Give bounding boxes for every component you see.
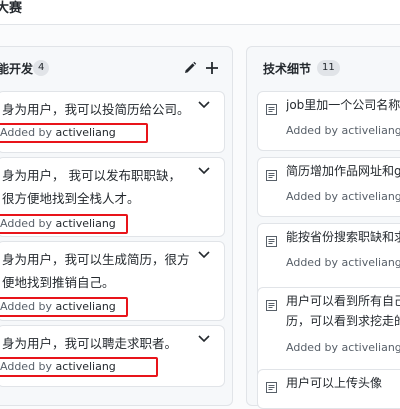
card-count-badge: 4 — [33, 60, 50, 76]
card-added-by: Added by activeliang — [0, 126, 116, 139]
note-icon — [266, 236, 277, 247]
pencil-icon[interactable] — [181, 59, 199, 77]
plus-icon[interactable] — [203, 59, 221, 77]
card-title: 身为用户，我可以聘走求职者。 — [2, 336, 178, 351]
author-link[interactable]: activeliang — [342, 190, 400, 203]
card-added-by: Added by activeliang — [286, 190, 400, 203]
chevron-down-icon[interactable] — [198, 100, 210, 110]
issue-card[interactable]: 身为用户，我可以聘走求职者。 Added by activeliang — [0, 325, 225, 387]
card-added-by: Added by activeliang — [0, 217, 116, 230]
author-link[interactable]: activeliang — [56, 300, 116, 313]
note-text-line-1: 用户可以看到所有自己 — [286, 294, 400, 308]
card-title: 身为用户， 我可以发布职职缺，很方便地找到全栈人才。 — [2, 168, 181, 206]
card-title: 身为用户，我可以生成简历，很方便地找到推销自己。 — [2, 252, 190, 290]
column-title: 能开发 — [0, 62, 34, 76]
note-text: 能按省份搜索职缺和求 — [286, 230, 400, 244]
author-link[interactable]: activeliang — [342, 341, 400, 354]
note-icon — [266, 104, 277, 115]
project-column-dev: 能开发 4 身为用户，我可以投简历给公司。 Added by activelia… — [0, 46, 233, 406]
card-title: 身为用户，我可以投简历给公司。 — [2, 102, 190, 117]
page-title: 大赛 — [0, 1, 23, 16]
chevron-down-icon[interactable] — [198, 334, 210, 344]
note-text: job里加一个公司名称 — [286, 98, 400, 112]
note-text-line-2: 历，可以看到求挖走的 — [286, 314, 400, 328]
author-link[interactable]: activeliang — [56, 217, 116, 230]
issue-card[interactable]: 身为用户，我可以投简历给公司。 Added by activeliang — [0, 91, 225, 153]
note-icon — [266, 170, 277, 181]
note-icon — [266, 382, 277, 393]
author-link[interactable]: activeliang — [56, 360, 116, 373]
note-text: 简历增加作品网址和gi — [286, 164, 400, 178]
column-header: 技术细节 11 — [247, 47, 400, 91]
author-link[interactable]: activeliang — [342, 124, 400, 137]
card-added-by: Added by activeliang — [0, 360, 116, 373]
author-link[interactable]: activeliang — [56, 126, 116, 139]
chevron-down-icon[interactable] — [198, 166, 210, 176]
project-column-tech: 技术细节 11 job里加一个公司名称 Added by activeliang… — [246, 46, 400, 409]
note-text: 用户可以上传头像 — [286, 376, 383, 390]
card-added-by: Added by activeliang — [286, 124, 400, 137]
column-header: 能开发 4 — [0, 47, 232, 91]
note-card[interactable]: 简历增加作品网址和gi Added by activeliang — [257, 157, 400, 217]
note-icon — [266, 300, 277, 311]
column-title: 技术细节 — [263, 62, 312, 76]
top-header: 大赛 — [0, 0, 400, 25]
card-added-by: Added by activeliang — [286, 256, 400, 269]
issue-card[interactable]: 身为用户， 我可以发布职职缺，很方便地找到全栈人才。 Added by acti… — [0, 157, 225, 237]
issue-card[interactable]: 身为用户，我可以生成简历，很方便地找到推销自己。 Added by active… — [0, 241, 225, 321]
note-card[interactable]: job里加一个公司名称 Added by activeliang — [257, 91, 400, 151]
chevron-down-icon[interactable] — [198, 250, 210, 260]
author-link[interactable]: activeliang — [342, 256, 400, 269]
card-added-by: Added by activeliang — [0, 300, 116, 313]
card-added-by: Added by activeliang — [286, 341, 400, 354]
card-count-badge: 11 — [317, 60, 340, 76]
note-card[interactable]: 用户可以上传头像 — [257, 369, 400, 409]
